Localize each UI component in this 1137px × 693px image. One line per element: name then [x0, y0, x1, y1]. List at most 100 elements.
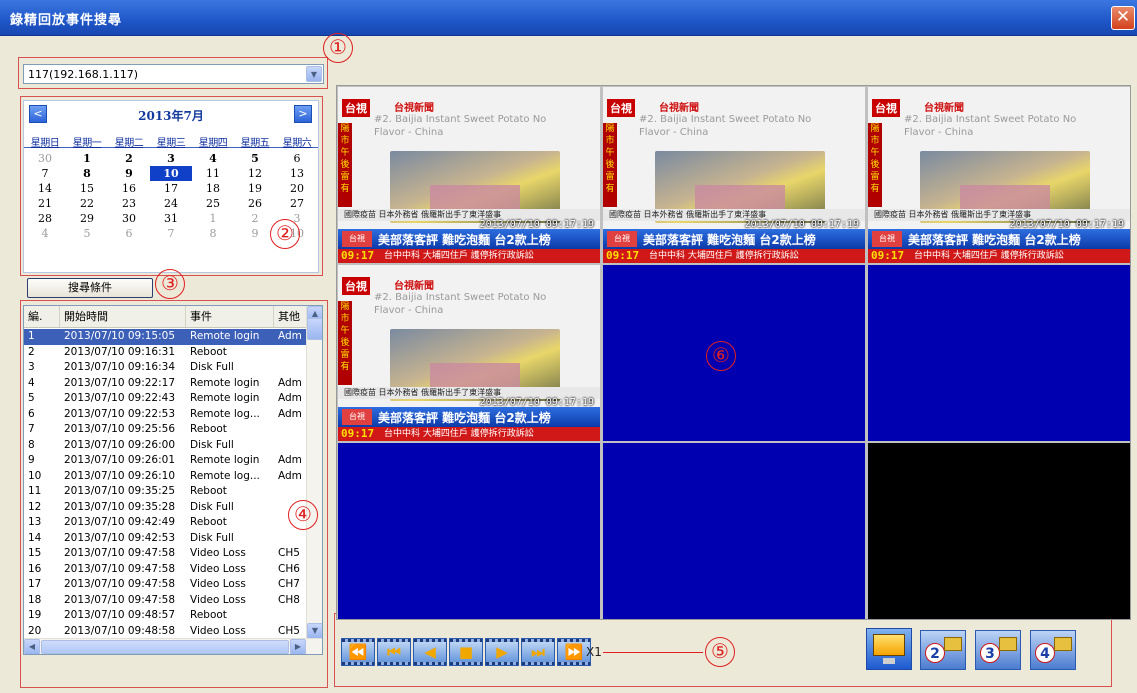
table-row[interactable]: 11 2013/07/10 09:35:25 Reboot	[24, 484, 307, 500]
calendar-day[interactable]: 5	[234, 151, 276, 166]
video-caption: #2. Baijia Instant Sweet Potato No Flavor…	[639, 113, 811, 139]
video-channel[interactable]: 台視 台視新聞陽市午後雷有 #2. Baijia Instant Sweet Pot…	[338, 87, 600, 263]
table-row[interactable]: 7 2013/07/10 09:25:56 Reboot	[24, 422, 307, 438]
calendar-day[interactable]: 21	[24, 196, 66, 211]
calendar-day[interactable]: 22	[66, 196, 108, 211]
calendar-day[interactable]: 30	[108, 211, 150, 226]
table-row[interactable]: 9 2013/07/10 09:26:01 Remote login Adm	[24, 453, 307, 469]
column-header[interactable]: 編.	[24, 306, 60, 327]
next-button[interactable]: ⏭	[521, 638, 555, 666]
layout-2x2-button[interactable]: 2	[920, 630, 966, 670]
video-caption-line: Flavor - China	[904, 127, 974, 138]
calendar-day[interactable]: 2	[234, 211, 276, 226]
table-row[interactable]: 3 2013/07/10 09:16:34 Disk Full	[24, 360, 307, 376]
horizontal-scrollbar[interactable]: ◀ ▶	[24, 638, 322, 654]
calendar-day[interactable]: 1	[192, 211, 234, 226]
calendar-day[interactable]: 18	[192, 181, 234, 196]
layout-1x1-button[interactable]	[866, 628, 912, 670]
calendar-day[interactable]: 3	[150, 151, 192, 166]
table-row[interactable]: 15 2013/07/10 09:47:58 Video Loss CH5	[24, 546, 307, 562]
calendar-day[interactable]: 11	[192, 166, 234, 181]
stop-button[interactable]: ■	[449, 638, 483, 666]
table-row[interactable]: 14 2013/07/10 09:42:53 Disk Full	[24, 531, 307, 547]
table-row[interactable]: 13 2013/07/10 09:42:49 Reboot	[24, 515, 307, 531]
search-criteria-button[interactable]: 搜尋條件	[27, 278, 153, 298]
calendar-day[interactable]: 14	[24, 181, 66, 196]
column-header[interactable]: 其他	[274, 306, 307, 327]
calendar-day[interactable]: 12	[234, 166, 276, 181]
horizontal-scroll-thumb[interactable]	[41, 640, 289, 654]
table-row[interactable]: 12 2013/07/10 09:35:28 Disk Full	[24, 500, 307, 516]
calendar-day[interactable]: 26	[234, 196, 276, 211]
calendar-day[interactable]: 8	[66, 166, 108, 181]
chevron-left-icon[interactable]: ◀	[24, 639, 40, 654]
video-channel[interactable]: 台視 台視新聞陽市午後雷有 #2. Baijia Instant Sweet Pot…	[868, 87, 1130, 263]
calendar-day[interactable]: 16	[108, 181, 150, 196]
calendar-day[interactable]: 4	[24, 226, 66, 241]
calendar-day[interactable]: 15	[66, 181, 108, 196]
empty-channel[interactable]	[868, 443, 1130, 619]
chevron-down-icon[interactable]: ▼	[307, 623, 322, 639]
calendar-day[interactable]: 29	[66, 211, 108, 226]
table-row[interactable]: 19 2013/07/10 09:48:57 Reboot	[24, 608, 307, 624]
layout-3x3-button[interactable]: 3	[975, 630, 1021, 670]
calendar-day[interactable]: 28	[24, 211, 66, 226]
column-header[interactable]: 事件	[186, 306, 274, 327]
device-select[interactable]: 117(192.168.1.117) ▼	[23, 64, 324, 84]
calendar-day[interactable]: 6	[276, 151, 318, 166]
table-row[interactable]: 10 2013/07/10 09:26:10 Remote log... Adm	[24, 469, 307, 485]
table-row[interactable]: 8 2013/07/10 09:26:00 Disk Full	[24, 438, 307, 454]
table-row[interactable]: 4 2013/07/10 09:22:17 Remote login Adm	[24, 376, 307, 392]
chevron-right-icon[interactable]: ▶	[290, 639, 306, 654]
calendar-day[interactable]: 31	[150, 211, 192, 226]
table-row[interactable]: 6 2013/07/10 09:22:53 Remote log... Adm	[24, 407, 307, 423]
calendar-day[interactable]: 13	[276, 166, 318, 181]
calendar-day[interactable]: 24	[150, 196, 192, 211]
side-headline-char: 陽	[340, 302, 350, 312]
video-channel[interactable]: 台視 台視新聞陽市午後雷有 #2. Baijia Instant Sweet Pot…	[603, 87, 865, 263]
table-row[interactable]: 2 2013/07/10 09:16:31 Reboot	[24, 345, 307, 361]
calendar-day[interactable]: 2	[108, 151, 150, 166]
table-row[interactable]: 16 2013/07/10 09:47:58 Video Loss CH6	[24, 562, 307, 578]
calendar-prev-button[interactable]: <	[29, 105, 47, 123]
vertical-scrollbar[interactable]: ▲ ▼	[306, 306, 322, 639]
table-row[interactable]: 20 2013/07/10 09:48:58 Video Loss CH5	[24, 624, 307, 640]
empty-channel[interactable]	[868, 265, 1130, 441]
table-cell: Video Loss	[190, 562, 246, 575]
chevron-down-icon[interactable]: ▼	[306, 66, 322, 82]
calendar-day[interactable]: 30	[24, 151, 66, 166]
fast-rewind-button[interactable]: ⏪	[341, 638, 375, 666]
layout-4x4-button[interactable]: 4	[1030, 630, 1076, 670]
calendar-day[interactable]: 10	[150, 166, 192, 181]
column-header[interactable]: 開始時間	[60, 306, 186, 327]
calendar-day[interactable]: 25	[192, 196, 234, 211]
empty-channel[interactable]	[338, 443, 600, 619]
calendar-day[interactable]: 19	[234, 181, 276, 196]
calendar-day[interactable]: 1	[66, 151, 108, 166]
table-row[interactable]: 1 2013/07/10 09:15:05 Remote login Adm	[24, 329, 307, 345]
close-button[interactable]: ✕	[1111, 6, 1135, 30]
calendar-day[interactable]: 7	[24, 166, 66, 181]
play-button[interactable]: ▶	[485, 638, 519, 666]
reverse-play-button[interactable]: ◀	[413, 638, 447, 666]
table-row[interactable]: 5 2013/07/10 09:22:43 Remote login Adm	[24, 391, 307, 407]
scroll-thumb[interactable]	[307, 318, 322, 340]
video-channel[interactable]: 台視 台視新聞陽市午後雷有 #2. Baijia Instant Sweet Pot…	[338, 265, 600, 441]
calendar-day[interactable]: 27	[276, 196, 318, 211]
calendar-next-button[interactable]: >	[294, 105, 312, 123]
calendar-day[interactable]: 5	[66, 226, 108, 241]
calendar-day[interactable]: 23	[108, 196, 150, 211]
table-row[interactable]: 17 2013/07/10 09:47:58 Video Loss CH7	[24, 577, 307, 593]
calendar-day[interactable]: 4	[192, 151, 234, 166]
calendar-day[interactable]: 8	[192, 226, 234, 241]
table-row[interactable]: 18 2013/07/10 09:47:58 Video Loss CH8	[24, 593, 307, 609]
calendar-day[interactable]: 17	[150, 181, 192, 196]
event-list[interactable]: 編. 開始時間 事件 其他 1 2013/07/10 09:15:05 Remote lo…	[23, 305, 323, 655]
calendar-day[interactable]: 6	[108, 226, 150, 241]
previous-button[interactable]: ⏮	[377, 638, 411, 666]
calendar-day[interactable]: 7	[150, 226, 192, 241]
calendar-day[interactable]: 9	[108, 166, 150, 181]
table-cell: 2013/07/10 09:35:25	[64, 485, 176, 497]
calendar-day[interactable]: 20	[276, 181, 318, 196]
empty-channel[interactable]	[603, 443, 865, 619]
